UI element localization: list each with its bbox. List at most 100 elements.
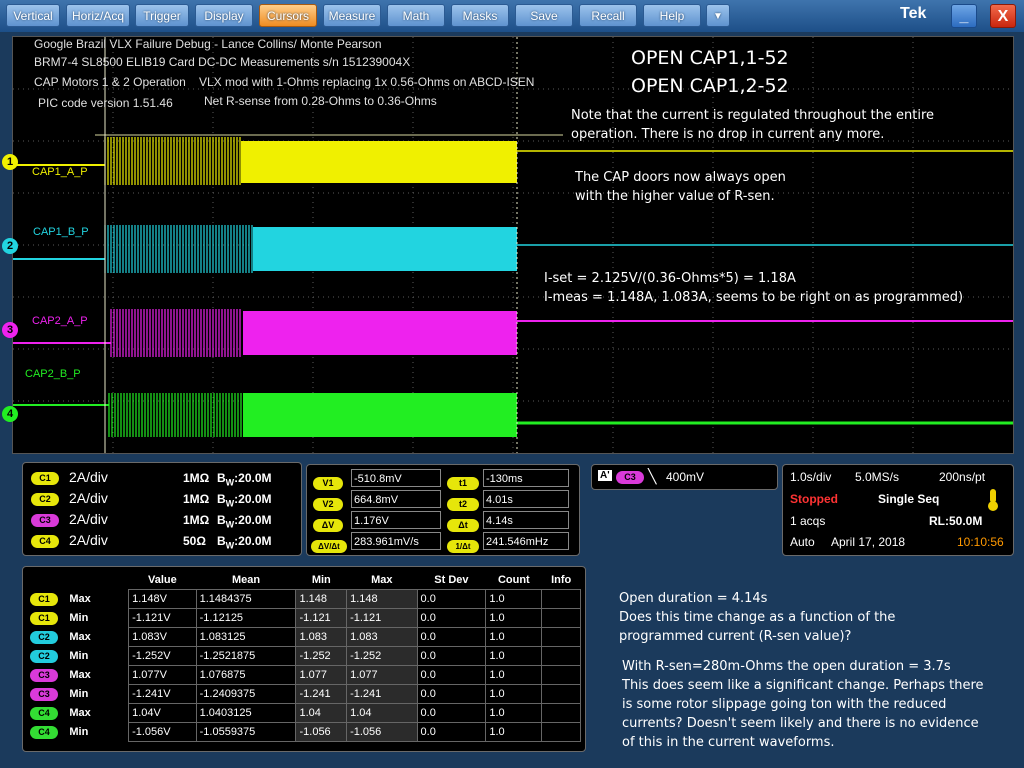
vertical-row-c3[interactable]: C3 2A/div 1MΩ BW:20.0M (23, 511, 301, 531)
vertical-row-c1[interactable]: C1 2A/div 1MΩ BW:20.0M (23, 469, 301, 489)
dv-dt-value: 283.961mV/s (351, 532, 441, 550)
menu-trigger[interactable]: Trigger (135, 4, 189, 27)
measurement-value: -1.252V (128, 646, 197, 666)
trigger-readout-panel[interactable]: A' C3 ╲ 400mV (591, 464, 778, 490)
menu-measure[interactable]: Measure (323, 4, 381, 27)
header-line2: BRM7-4 SL8500 ELIB19 Card DC-DC Measurem… (34, 55, 411, 69)
t2-value: 4.01s (483, 490, 569, 508)
note-regulated-2: operation. There is no drop in current a… (571, 127, 885, 142)
note-rsen-4: currents? Doesn't seem likely and there … (622, 716, 979, 731)
measurement-std: 0.0 (416, 627, 487, 647)
acq-time: 10:10:56 (957, 535, 1004, 549)
close-button[interactable]: X (990, 4, 1016, 28)
header-line3: CAP Motors 1 & 2 Operation (34, 75, 186, 89)
vertical-row-c4[interactable]: C4 2A/div 50Ω BW:20.0M (23, 532, 301, 552)
measurement-min: -1.241 (295, 684, 348, 704)
measurement-max: 1.04 (346, 703, 418, 723)
record-length: RL:50.0M (929, 514, 983, 528)
header-line4b: Net R-sense from 0.28-Ohms to 0.36-Ohms (204, 94, 437, 108)
ch3-envelope (243, 311, 517, 355)
measurement-mean: -1.12125 (195, 608, 297, 628)
measurement-row[interactable]: C3 Min -1.241V -1.2409375 -1.241 -1.241 0.0 1.0 (27, 684, 581, 704)
measurement-row[interactable]: C2 Min -1.252V -1.2521875 -1.252 -1.252 0.0 1.0 (27, 646, 581, 666)
measurement-panel[interactable]: Value Mean Min Max St Dev Count Info C1 Max 1.14… (22, 566, 586, 752)
channel-badge: C4 (31, 535, 59, 548)
measurement-max: -1.121 (346, 608, 418, 628)
menu-masks[interactable]: Masks (451, 4, 509, 27)
vertical-settings-panel[interactable]: C1 2A/div 1MΩ BW:20.0M C2 2A/div 1MΩ BW:20.0M C3… (22, 462, 302, 556)
channel-badge: C1 (31, 472, 59, 485)
measurement-min: 1.077 (295, 665, 348, 685)
measurement-max: 1.083 (346, 627, 418, 647)
menu-recall[interactable]: Recall (579, 4, 637, 27)
measurement-row[interactable]: C1 Max 1.148V 1.1484375 1.148 1.148 0.0 1.0 (27, 589, 581, 609)
menu-display[interactable]: Display (195, 4, 253, 27)
delta-v-label: ΔV (313, 515, 343, 533)
dv-dt-label: ΔV/Δt (311, 536, 347, 554)
measurement-header: St Dev (434, 574, 469, 586)
measurement-row[interactable]: C3 Max 1.077V 1.076875 1.077 1.077 0.0 1.0 (27, 665, 581, 685)
ch2-envelope (253, 227, 517, 271)
measurement-min: -1.121 (295, 608, 348, 628)
v1-value: -510.8mV (351, 469, 441, 487)
v2-value: 664.8mV (351, 490, 441, 508)
measurement-info (541, 722, 581, 742)
waveform-display[interactable]: Google Brazil VLX Failure Debug - Lance … (12, 36, 1014, 454)
measurement-row[interactable]: C1 Min -1.121V -1.12125 -1.121 -1.121 0.0 1.0 (27, 608, 581, 628)
t1-value: -130ms (483, 469, 569, 487)
measurement-value: -1.056V (128, 722, 197, 742)
measurement-info (541, 627, 581, 647)
menu-cursors[interactable]: Cursors (259, 4, 317, 27)
menu-math[interactable]: Math (387, 4, 445, 27)
cursor-readout-panel[interactable]: V1 -510.8mV V2 664.8mV ΔV 1.176V ΔV/Δt 2… (306, 464, 580, 556)
sample-rate: 5.0MS/s (855, 470, 900, 484)
header-line4: PIC code version 1.51.46 (38, 96, 173, 110)
input-impedance: 50Ω (183, 534, 206, 548)
acq-status: Stopped (790, 492, 838, 506)
input-impedance: 1MΩ (183, 513, 210, 527)
channel-badge: C4 (30, 725, 58, 739)
acquisition-panel[interactable]: 1.0s/div 5.0MS/s 200ns/pt Stopped Single… (782, 464, 1014, 556)
measurement-table: Value Mean Min Max St Dev Count Info C1 Max 1.14… (27, 571, 581, 742)
measurement-count: 1.0 (485, 627, 543, 647)
bandwidth: BW:20.0M (217, 492, 272, 509)
measurement-mean: 1.083125 (195, 627, 297, 647)
measurement-info (541, 684, 581, 704)
acq-count: 1 acqs (790, 514, 826, 528)
measurement-row[interactable]: C2 Max 1.083V 1.083125 1.083 1.083 0.0 1.0 (27, 627, 581, 647)
header-line3b: VLX mod with 1-Ohms replacing 1x 0.56-Oh… (199, 75, 535, 89)
ch1-envelope (241, 141, 517, 183)
channel-3-marker[interactable]: 3 (2, 322, 18, 338)
menu-help[interactable]: Help (643, 4, 701, 27)
measurement-type: Max (69, 669, 91, 681)
menu-dropdown-icon[interactable]: ▼ (706, 4, 730, 27)
measurement-count: 1.0 (485, 665, 543, 685)
menu-vertical[interactable]: Vertical (6, 4, 60, 27)
measurement-info (541, 608, 581, 628)
channel-badge: C1 (30, 592, 58, 606)
measurement-std: 0.0 (416, 722, 487, 742)
measurement-std: 0.0 (416, 646, 487, 666)
menu-save[interactable]: Save (515, 4, 573, 27)
measurement-info (541, 646, 581, 666)
inv-dt-value: 241.546mHz (483, 532, 569, 550)
measurement-std: 0.0 (416, 684, 487, 704)
acq-date: April 17, 2018 (831, 535, 906, 549)
measurement-mean: 1.1484375 (195, 589, 297, 609)
measurement-count: 1.0 (485, 646, 543, 666)
trigger-slope-icon: ╲ (648, 468, 657, 484)
measurement-row[interactable]: C4 Min -1.056V -1.0559375 -1.056 -1.056 0.0 1.0 (27, 722, 581, 742)
channel-4-marker[interactable]: 4 (2, 406, 18, 422)
measurement-std: 0.0 (416, 703, 487, 723)
channel-label-cap2-a: CAP2_A_P (32, 315, 88, 327)
measurement-value: 1.077V (128, 665, 197, 685)
t2-label: t2 (447, 494, 479, 512)
channel-1-marker[interactable]: 1 (2, 154, 18, 170)
menu-bar: Vertical Horiz/Acq Trigger Display Curso… (0, 0, 1024, 32)
measurement-row[interactable]: C4 Max 1.04V 1.0403125 1.04 1.04 0.0 1.0 (27, 703, 581, 723)
measurement-min: 1.04 (295, 703, 348, 723)
menu-horiz-acq[interactable]: Horiz/Acq (66, 4, 130, 27)
channel-2-marker[interactable]: 2 (2, 238, 18, 254)
vertical-row-c2[interactable]: C2 2A/div 1MΩ BW:20.0M (23, 490, 301, 510)
minimize-button[interactable]: _ (951, 4, 977, 28)
